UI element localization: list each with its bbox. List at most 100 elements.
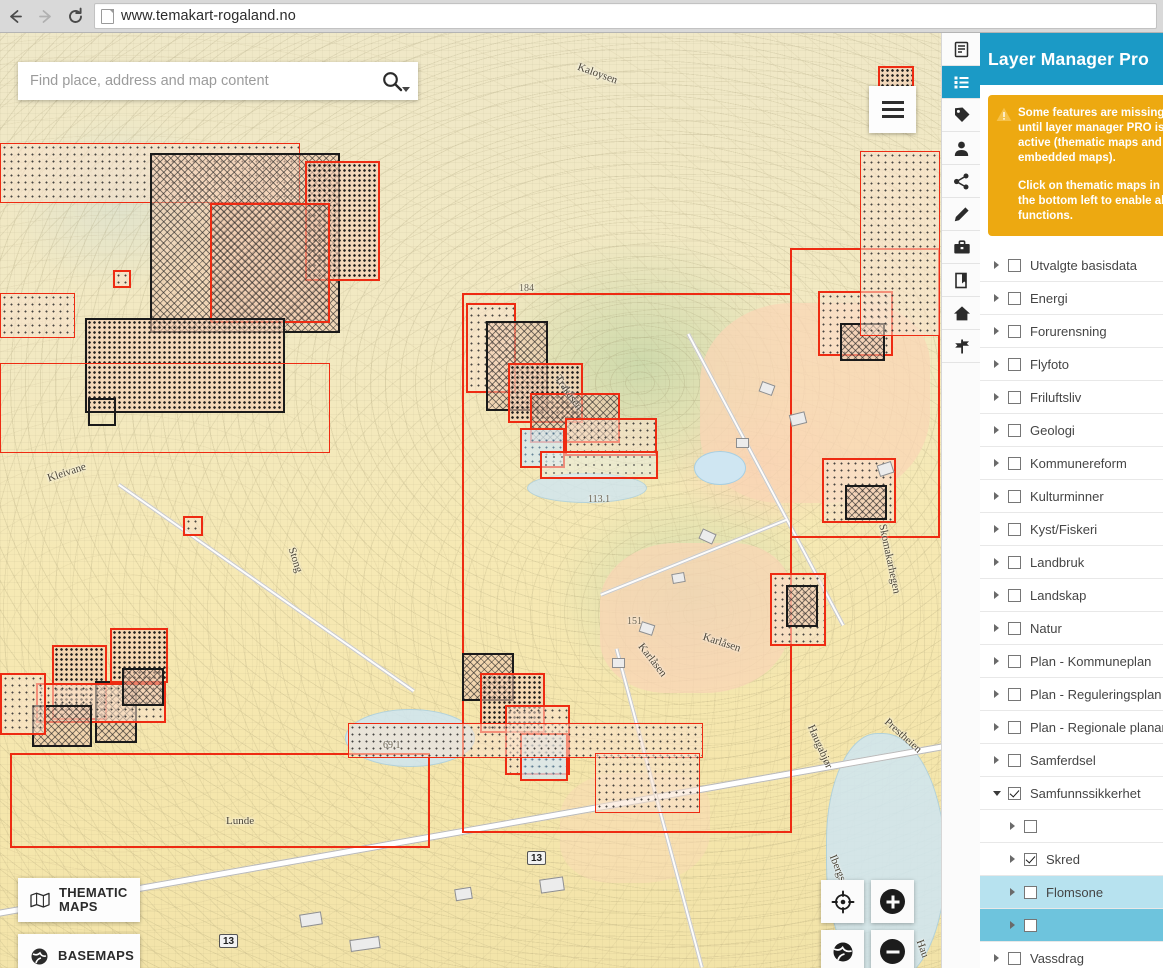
layer-checkbox[interactable] [1024, 918, 1037, 932]
layer-tree-row[interactable]: Kommunereform [980, 447, 1163, 480]
layer-checkbox[interactable] [1008, 324, 1021, 338]
layer-checkbox[interactable] [1008, 456, 1021, 470]
layer-tree-row[interactable]: Geologi [980, 414, 1163, 447]
layer-checkbox[interactable] [1008, 555, 1021, 569]
globe-extent-button[interactable] [821, 930, 864, 968]
map-search-box[interactable] [18, 62, 418, 100]
layer-checkbox[interactable] [1008, 390, 1021, 404]
user-icon[interactable] [942, 132, 981, 165]
chevron-right-icon[interactable] [990, 261, 1003, 269]
chevron-right-icon[interactable] [990, 657, 1003, 665]
hamburger-menu-icon[interactable] [869, 86, 916, 133]
hazard-zone[interactable] [122, 668, 164, 706]
signpost-icon[interactable] [942, 330, 981, 363]
layer-checkbox[interactable] [1008, 258, 1021, 272]
crosshair-locate-icon[interactable] [821, 880, 864, 923]
layer-tree-row[interactable]: Vassdrag [980, 942, 1163, 968]
layer-checkbox[interactable] [1008, 720, 1021, 734]
chevron-right-icon[interactable] [990, 294, 1003, 302]
search-input[interactable] [18, 62, 366, 100]
hazard-zone-outline[interactable] [0, 363, 330, 453]
hazard-zone[interactable] [0, 673, 46, 735]
hazard-zone[interactable] [860, 151, 940, 336]
hazard-zone[interactable] [113, 270, 131, 288]
pencil-icon[interactable] [942, 198, 981, 231]
bookmark-icon[interactable] [942, 264, 981, 297]
layer-checkbox[interactable] [1024, 819, 1037, 833]
layer-checkbox[interactable] [1024, 852, 1037, 866]
chevron-right-icon[interactable] [1006, 822, 1019, 830]
layer-tree-row[interactable]: Energi [980, 282, 1163, 315]
layer-tree-row[interactable]: Natur [980, 612, 1163, 645]
hazard-zone[interactable] [210, 203, 330, 323]
chevron-right-icon[interactable] [990, 624, 1003, 632]
layer-tree-row[interactable]: Landbruk [980, 546, 1163, 579]
layer-tree-row[interactable]: Utvalgte basisdata [980, 249, 1163, 282]
share-icon[interactable] [942, 165, 981, 198]
layer-checkbox[interactable] [1008, 489, 1021, 503]
layer-tree-row[interactable]: Kyst/Fiskeri [980, 513, 1163, 546]
document-icon[interactable] [942, 33, 981, 66]
forward-arrow-icon[interactable] [30, 1, 60, 31]
layer-checkbox[interactable] [1008, 621, 1021, 635]
chevron-right-icon[interactable] [990, 525, 1003, 533]
hazard-zone[interactable] [786, 585, 818, 627]
layer-checkbox[interactable] [1008, 588, 1021, 602]
hazard-zone[interactable] [0, 293, 75, 338]
layer-checkbox[interactable] [1008, 423, 1021, 437]
chevron-right-icon[interactable] [990, 426, 1003, 434]
layer-checkbox[interactable] [1008, 522, 1021, 536]
layer-tree-row[interactable]: Flyfoto [980, 348, 1163, 381]
layer-checkbox[interactable] [1008, 291, 1021, 305]
map-canvas[interactable]: 184 113.1 151 69.1 Trakåsen Karlåsen Karlåsen K… [0, 33, 941, 968]
chevron-right-icon[interactable] [1006, 855, 1019, 863]
chevron-right-icon[interactable] [990, 360, 1003, 368]
layer-tree-row[interactable]: Forurensning [980, 315, 1163, 348]
chevron-right-icon[interactable] [1006, 888, 1019, 896]
hazard-zone-outline[interactable] [10, 753, 430, 848]
chevron-right-icon[interactable] [1006, 921, 1019, 929]
chevron-right-icon[interactable] [990, 690, 1003, 698]
chevron-down-icon[interactable] [990, 790, 1003, 796]
reload-icon[interactable] [60, 1, 90, 31]
layer-tree-row[interactable]: Samferdsel [980, 744, 1163, 777]
layer-tree-row[interactable]: Plan - Reguleringsplan [980, 678, 1163, 711]
layer-checkbox[interactable] [1008, 357, 1021, 371]
hazard-zone[interactable] [183, 516, 203, 536]
layer-checkbox[interactable] [1008, 687, 1021, 701]
chevron-right-icon[interactable] [990, 459, 1003, 467]
thematic-maps-button[interactable]: THEMATIC MAPS [18, 878, 140, 922]
chevron-down-icon[interactable] [402, 87, 410, 92]
layer-checkbox[interactable] [1008, 654, 1021, 668]
chevron-right-icon[interactable] [990, 723, 1003, 731]
chevron-right-icon[interactable] [990, 327, 1003, 335]
layer-tree-row[interactable]: Plan - Regionale planar [980, 711, 1163, 744]
zoom-out-button[interactable] [871, 930, 914, 968]
address-bar[interactable]: www.temakart-rogaland.no [94, 3, 1157, 29]
basemaps-button[interactable]: BASEMAPS [18, 934, 140, 968]
layer-tree-row[interactable]: Samfunnssikkerhet [980, 777, 1163, 810]
layer-checkbox[interactable] [1024, 885, 1037, 899]
chevron-right-icon[interactable] [990, 954, 1003, 962]
chevron-right-icon[interactable] [990, 558, 1003, 566]
chevron-right-icon[interactable] [990, 393, 1003, 401]
layer-tree-row[interactable] [980, 810, 1163, 843]
layer-checkbox[interactable] [1008, 753, 1021, 767]
chevron-right-icon[interactable] [990, 591, 1003, 599]
layer-checkbox[interactable] [1008, 786, 1021, 800]
layer-tree-row[interactable]: Plan - Kommuneplan [980, 645, 1163, 678]
layer-checkbox[interactable] [1008, 951, 1021, 965]
tag-icon[interactable] [942, 99, 981, 132]
layer-tree-row[interactable] [980, 909, 1163, 942]
home-icon[interactable] [942, 297, 981, 330]
layer-tree-row[interactable]: Friluftsliv [980, 381, 1163, 414]
search-icon[interactable] [366, 62, 418, 100]
layer-tree-row[interactable]: Flomsone [980, 876, 1163, 909]
zoom-in-button[interactable] [871, 880, 914, 923]
chevron-right-icon[interactable] [990, 756, 1003, 764]
back-arrow-icon[interactable] [0, 1, 30, 31]
layer-list-icon[interactable] [942, 66, 981, 99]
hazard-zone[interactable] [595, 753, 700, 813]
layer-tree-row[interactable]: Landskap [980, 579, 1163, 612]
briefcase-icon[interactable] [942, 231, 981, 264]
